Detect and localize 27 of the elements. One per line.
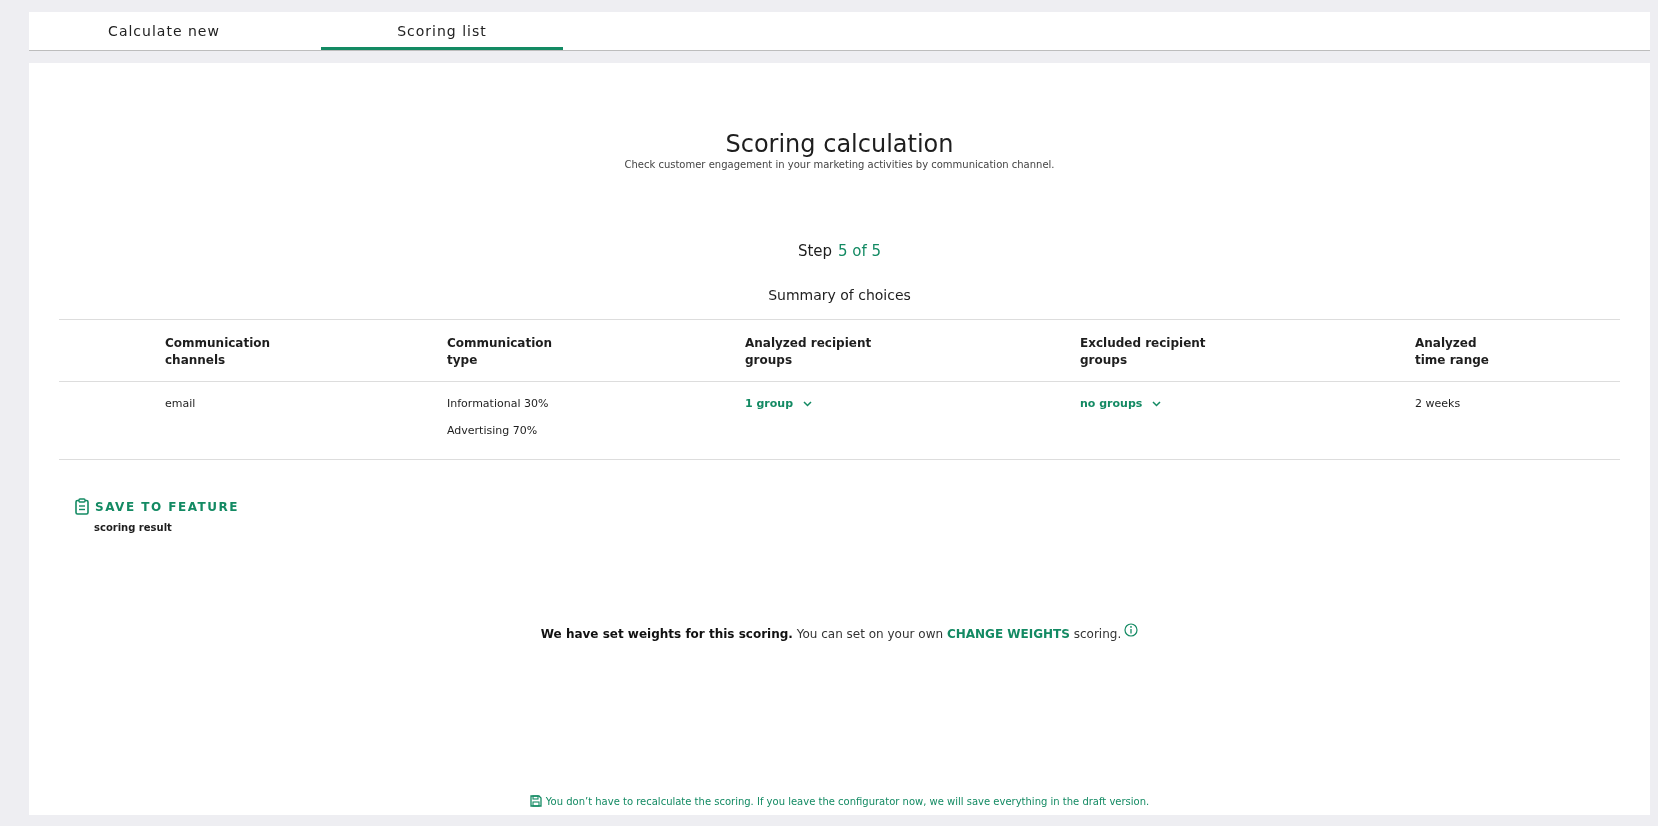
save-caption: scoring result xyxy=(94,522,173,533)
table-cell-text: email xyxy=(165,397,197,410)
table-cell-text: Informational 30% xyxy=(447,397,550,410)
group-dropdown[interactable]: no groups xyxy=(1080,397,1162,410)
page-subtitle: Check customer engagement in your marketing activities by communication channel. xyxy=(624,159,1055,170)
chevron-down-icon xyxy=(803,400,813,407)
chevron-down-icon xyxy=(1152,400,1162,407)
step-progress: 5 of 5 xyxy=(838,242,882,260)
tab[interactable]: Calculate new xyxy=(29,12,299,50)
column-header: Communication type xyxy=(447,335,554,369)
step-label: Step xyxy=(797,242,833,260)
change-weights-link[interactable]: CHANGE WEIGHTS xyxy=(946,627,1070,641)
column-header: Analyzed time range xyxy=(1415,335,1490,369)
page-title: Scoring calculation xyxy=(725,129,954,159)
save-to-feature-button[interactable]: SAVE TO FEATURE xyxy=(59,498,239,515)
table-cell-text: Advertising 70% xyxy=(447,424,539,437)
draft-notice: You don’t have to recalculate the scoring. If you leave the configurator now, we will save everything in the draft version. xyxy=(545,795,1150,807)
column-header: Communication channels xyxy=(165,335,272,369)
group-dropdown[interactable]: 1 group xyxy=(745,397,813,410)
clipboard-icon xyxy=(75,498,89,515)
info-icon xyxy=(1124,623,1139,637)
column-header: Excluded recipient groups xyxy=(1080,335,1207,369)
summary-title: Summary of choices xyxy=(768,287,911,303)
tab[interactable]: Scoring list xyxy=(321,12,563,50)
table-cell-text: 2 weeks xyxy=(1415,397,1462,410)
column-header: Analyzed recipient groups xyxy=(745,335,873,369)
weights-sentence: We have set weights for this scoring. You can set on your own CHANGE WEIGHTS scoring. xyxy=(540,627,1122,641)
